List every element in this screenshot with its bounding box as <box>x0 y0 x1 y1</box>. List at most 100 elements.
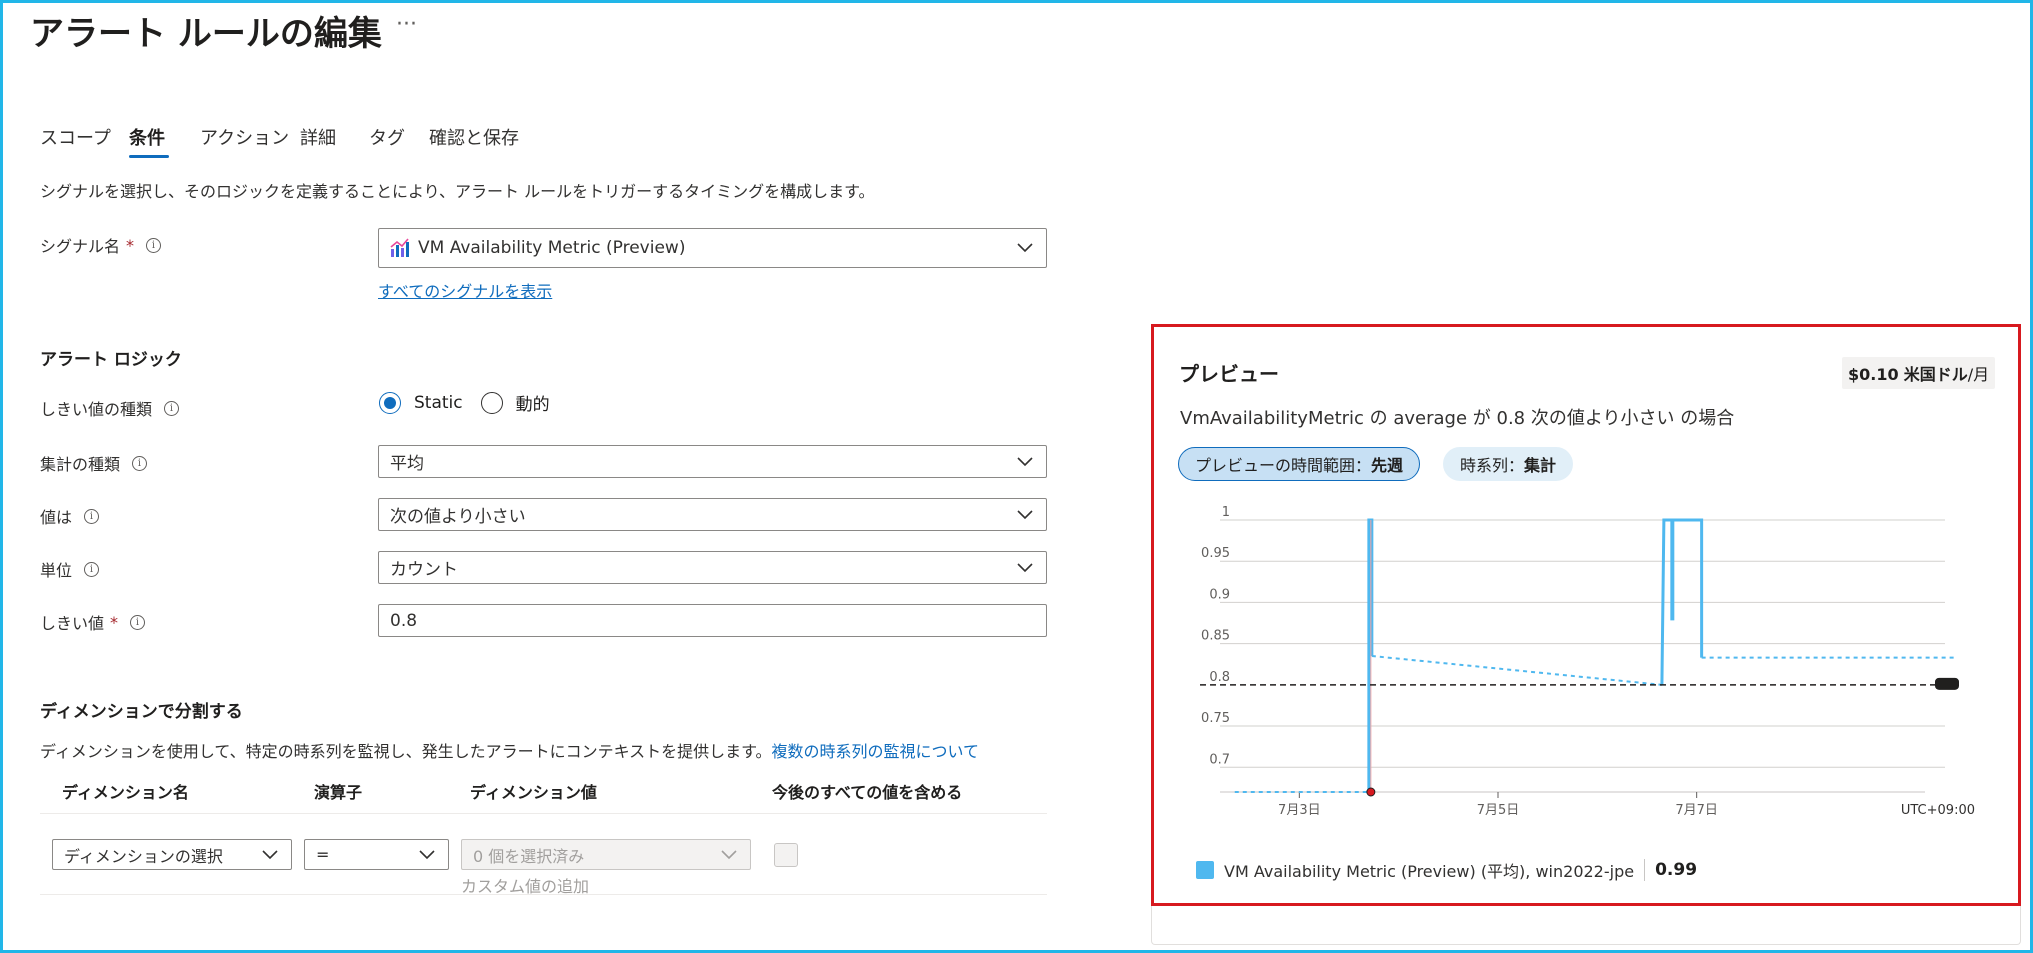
metric-chart-icon <box>390 238 410 258</box>
column-dimension-value: ディメンション値 <box>470 783 597 802</box>
show-all-signals-link[interactable]: すべてのシグナルを表示 <box>378 278 552 302</box>
chevron-down-icon <box>1017 456 1033 466</box>
price-badge: $0.10 米国ドル/月 <box>1842 357 1996 389</box>
y-tick-label: 0.8 <box>1209 670 1230 685</box>
time-range-label: プレビューの時間範囲： <box>1195 456 1372 475</box>
preview-condition-text: VmAvailabilityMetric の average が 0.8 次の値… <box>1180 408 1735 429</box>
y-tick-label: 0.7 <box>1209 752 1230 767</box>
column-operator: 演算子 <box>314 783 363 802</box>
x-tick-label: 7月5日 <box>1477 803 1520 818</box>
radio-selected-dot <box>384 396 396 409</box>
table-divider <box>40 894 1047 895</box>
unit-dropdown[interactable]: カウント <box>378 551 1047 584</box>
radio-static[interactable] <box>379 391 401 414</box>
preview-chart: 1 0.95 0.9 0.85 0.8 0.75 0.7 7月3日 7月5日 7月7日 UTC+0… <box>1200 505 1975 818</box>
threshold-type-radio-group: Static 動的 <box>379 390 550 415</box>
radio-dynamic[interactable] <box>480 391 503 414</box>
aggregation-label-text: 集計の種類 <box>40 455 121 474</box>
legend-separator <box>1644 859 1646 881</box>
dimensions-heading: ディメンションで分割する <box>40 702 243 722</box>
cursor-point <box>1366 787 1376 797</box>
threshold-type-label-text: しきい値の種類 <box>40 400 153 419</box>
radio-static-label: Static <box>414 392 463 413</box>
time-range-pill[interactable]: プレビューの時間範囲： 先週 <box>1178 447 1421 481</box>
info-icon[interactable]: i <box>146 237 162 253</box>
signal-dropdown[interactable]: VM Availability Metric (Preview) <box>378 228 1047 268</box>
column-dimension-name: ディメンション名 <box>62 783 189 802</box>
tab-review-save[interactable]: 確認と保存 <box>429 124 519 150</box>
time-series-label: 時系列： <box>1460 456 1525 475</box>
dimension-value-dropdown: 0 個を選択済み <box>461 839 751 870</box>
aggregation-dropdown[interactable]: 平均 <box>378 445 1047 478</box>
chevron-down-icon <box>1017 243 1033 253</box>
alert-logic-heading: アラート ロジック <box>40 350 182 370</box>
operator-dropdown[interactable]: 次の値より小さい <box>378 498 1047 531</box>
legend-label: VM Availability Metric (Preview) (平均), w… <box>1224 862 1635 881</box>
intro-text: シグナルを選択し、そのロジックを定義することにより、アラート ルールをトリガーす… <box>40 182 875 201</box>
multi-timeseries-link[interactable]: 複数の時系列の監視について <box>772 742 980 761</box>
more-options-icon[interactable]: ··· <box>396 12 417 37</box>
y-tick-label: 0.9 <box>1209 587 1230 602</box>
operator-label-text: 値は <box>40 508 73 527</box>
signal-name-label-text: シグナル名 <box>40 237 121 256</box>
signal-name-label: シグナル名 * i <box>40 233 162 257</box>
info-icon[interactable]: i <box>164 400 180 416</box>
threshold-label: しきい値 * i <box>40 610 146 634</box>
series-line <box>1371 655 1662 686</box>
tab-tags[interactable]: タグ <box>369 124 405 150</box>
operator-select[interactable]: = <box>304 839 449 870</box>
time-series-value: 集計 <box>1524 456 1557 475</box>
operator-select-value: = <box>316 845 330 864</box>
legend-value: 0.99 <box>1655 860 1698 880</box>
unit-label: 単位 i <box>40 557 100 581</box>
required-marker: * <box>126 235 135 255</box>
chevron-down-icon <box>721 849 737 859</box>
price-suffix: /月 <box>1967 365 1990 384</box>
unit-value: カウント <box>390 560 458 580</box>
time-series-pill[interactable]: 時系列： 集計 <box>1443 447 1574 481</box>
grid-layer <box>1220 519 1945 793</box>
threshold-handle <box>1935 677 1959 690</box>
chevron-down-icon <box>1017 509 1033 519</box>
y-tick-label: 0.95 <box>1201 546 1230 561</box>
threshold-input[interactable]: 0.8 <box>378 604 1047 637</box>
tab-actions[interactable]: アクション <box>200 124 289 150</box>
info-icon[interactable]: i <box>132 455 148 471</box>
x-tick-label: 7月7日 <box>1675 803 1718 818</box>
active-tab-indicator <box>129 155 169 158</box>
info-icon[interactable]: i <box>84 508 100 524</box>
x-axis: 7月3日 7月5日 7月7日 UTC+09:00 <box>1278 792 1975 818</box>
aggregation-value: 平均 <box>390 454 424 474</box>
radio-dynamic-label: 動的 <box>515 395 550 415</box>
column-include-future: 今後のすべての値を含める <box>772 783 963 802</box>
chevron-down-icon <box>419 849 435 859</box>
threshold-label-text: しきい値 <box>40 614 105 633</box>
dimension-name-placeholder: ディメンションの選択 <box>64 846 223 866</box>
y-tick-label: 0.85 <box>1201 629 1230 644</box>
info-icon[interactable]: i <box>84 561 100 577</box>
chart-legend: VM Availability Metric (Preview) (平均), w… <box>1196 858 1697 882</box>
preview-title: プレビュー <box>1179 362 1279 386</box>
threshold-type-label: しきい値の種類 i <box>40 396 180 420</box>
legend-swatch <box>1196 861 1214 879</box>
dimension-name-dropdown[interactable]: ディメンションの選択 <box>52 839 292 870</box>
timezone-label: UTC+09:00 <box>1901 803 1975 818</box>
required-marker: * <box>110 612 119 632</box>
dimension-value-placeholder: 0 個を選択済み <box>473 846 585 866</box>
operator-label: 値は i <box>40 504 100 528</box>
price-currency: 米国ドル <box>1903 365 1968 384</box>
preview-card-bottom <box>1151 905 2021 945</box>
tab-details[interactable]: 詳細 <box>300 124 336 150</box>
chevron-down-icon <box>262 849 278 859</box>
tab-condition[interactable]: 条件 <box>129 124 165 150</box>
y-axis: 1 0.95 0.9 0.85 0.8 0.75 0.7 <box>1201 505 1230 767</box>
include-future-checkbox <box>774 843 798 867</box>
page-title: アラート ルールの編集 <box>30 14 382 54</box>
chevron-down-icon <box>1017 562 1033 572</box>
tab-scope[interactable]: スコープ <box>40 124 111 150</box>
y-tick-label: 0.75 <box>1201 711 1230 726</box>
signal-value: VM Availability Metric (Preview) <box>418 238 686 258</box>
threshold-value: 0.8 <box>390 610 418 631</box>
table-divider <box>40 813 1047 814</box>
info-icon[interactable]: i <box>130 614 146 630</box>
